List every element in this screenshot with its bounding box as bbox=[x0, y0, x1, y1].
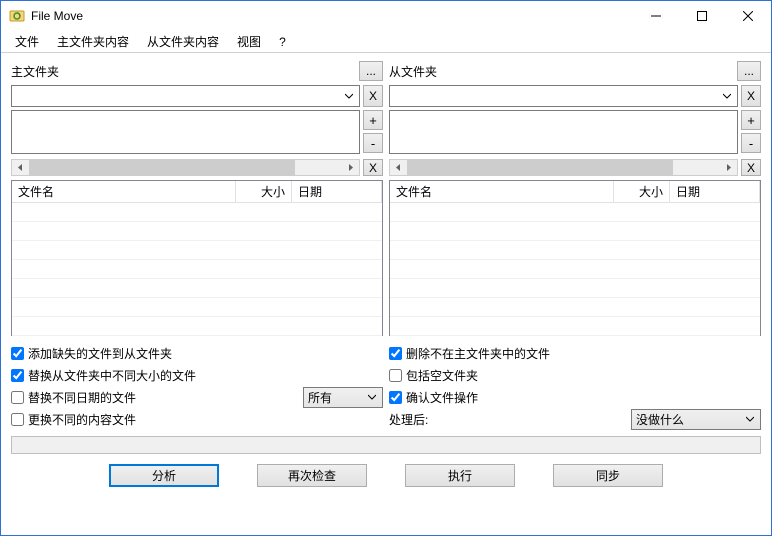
main-folder-combo[interactable] bbox=[11, 85, 360, 107]
scroll-thumb[interactable] bbox=[29, 160, 295, 175]
table-row bbox=[12, 317, 382, 336]
replace-content-checkbox[interactable] bbox=[11, 413, 24, 426]
replace-date-checkbox[interactable] bbox=[11, 391, 24, 404]
col-filename[interactable]: 文件名 bbox=[12, 181, 236, 202]
table-row bbox=[12, 222, 382, 241]
sub-add-button[interactable]: + bbox=[741, 110, 761, 130]
add-missing-checkbox[interactable] bbox=[11, 347, 24, 360]
menu-bar: 文件 主文件夹内容 从文件夹内容 视图 ? bbox=[1, 31, 771, 53]
main-list-scrollbar[interactable] bbox=[11, 159, 360, 176]
window-title: File Move bbox=[31, 9, 633, 23]
after-process-label: 处理后: bbox=[389, 411, 428, 428]
recheck-button[interactable]: 再次检查 bbox=[257, 464, 367, 487]
sub-folder-list[interactable] bbox=[389, 110, 738, 154]
table-row bbox=[390, 241, 760, 260]
sub-file-grid[interactable]: 文件名 大小 日期 bbox=[389, 180, 761, 336]
table-row bbox=[390, 298, 760, 317]
col-date[interactable]: 日期 bbox=[670, 181, 760, 202]
main-file-grid[interactable]: 文件名 大小 日期 bbox=[11, 180, 383, 336]
table-row bbox=[390, 203, 760, 222]
right-options: 删除不在主文件夹中的文件 包括空文件夹 确认文件操作 处理后: 没做什么 bbox=[389, 342, 761, 430]
table-row bbox=[12, 298, 382, 317]
table-row bbox=[12, 279, 382, 298]
delete-not-main-label: 删除不在主文件夹中的文件 bbox=[406, 345, 550, 362]
left-options: 添加缺失的文件到从文件夹 替换从文件夹中不同大小的文件 替换不同日期的文件 所有… bbox=[11, 342, 383, 430]
col-size[interactable]: 大小 bbox=[614, 181, 670, 202]
scroll-left-icon[interactable] bbox=[390, 160, 407, 175]
chevron-down-icon bbox=[341, 88, 357, 104]
col-date[interactable]: 日期 bbox=[292, 181, 382, 202]
delete-not-main-checkbox[interactable] bbox=[389, 347, 402, 360]
table-row bbox=[12, 260, 382, 279]
sub-browse-button[interactable]: ... bbox=[737, 61, 761, 81]
replace-size-label: 替换从文件夹中不同大小的文件 bbox=[28, 367, 196, 384]
close-button[interactable] bbox=[725, 1, 771, 31]
main-folder-panel: 主文件夹 ... X + - X bbox=[11, 61, 383, 336]
analyze-button[interactable]: 分析 bbox=[109, 464, 219, 487]
include-empty-label: 包括空文件夹 bbox=[406, 367, 478, 384]
table-row bbox=[390, 317, 760, 336]
confirm-ops-label: 确认文件操作 bbox=[406, 389, 478, 406]
replace-content-label: 更换不同的内容文件 bbox=[28, 411, 136, 428]
add-missing-label: 添加缺失的文件到从文件夹 bbox=[28, 345, 172, 362]
menu-file[interactable]: 文件 bbox=[7, 31, 47, 52]
footer-buttons: 分析 再次检查 执行 同步 bbox=[1, 454, 771, 499]
table-row bbox=[12, 203, 382, 222]
sub-minus-button[interactable]: - bbox=[741, 133, 761, 153]
chevron-down-icon bbox=[366, 393, 378, 401]
sub-folder-combo[interactable] bbox=[389, 85, 738, 107]
col-size[interactable]: 大小 bbox=[236, 181, 292, 202]
main-remove-button[interactable]: X bbox=[363, 85, 383, 107]
sub-remove-button[interactable]: X bbox=[741, 85, 761, 107]
after-process-value: 没做什么 bbox=[636, 411, 744, 428]
status-bar bbox=[11, 436, 761, 454]
menu-view[interactable]: 视图 bbox=[229, 31, 269, 52]
menu-main-content[interactable]: 主文件夹内容 bbox=[49, 31, 137, 52]
maximize-button[interactable] bbox=[679, 1, 725, 31]
replace-date-label: 替换不同日期的文件 bbox=[28, 389, 136, 406]
minimize-button[interactable] bbox=[633, 1, 679, 31]
menu-sub-content[interactable]: 从文件夹内容 bbox=[139, 31, 227, 52]
table-row bbox=[12, 241, 382, 260]
main-minus-button[interactable]: - bbox=[363, 133, 383, 153]
window-controls bbox=[633, 1, 771, 31]
chevron-down-icon bbox=[744, 415, 756, 423]
table-row bbox=[390, 260, 760, 279]
scroll-right-icon[interactable] bbox=[342, 160, 359, 175]
sub-folder-panel: 从文件夹 ... X + - X bbox=[389, 61, 761, 336]
main-folder-list[interactable] bbox=[11, 110, 360, 154]
after-process-dropdown[interactable]: 没做什么 bbox=[631, 409, 761, 430]
main-clear-button[interactable]: X bbox=[363, 159, 383, 176]
date-filter-dropdown[interactable]: 所有 bbox=[303, 387, 383, 408]
scroll-thumb[interactable] bbox=[407, 160, 673, 175]
include-empty-checkbox[interactable] bbox=[389, 369, 402, 382]
col-filename[interactable]: 文件名 bbox=[390, 181, 614, 202]
main-browse-button[interactable]: ... bbox=[359, 61, 383, 81]
sync-button[interactable]: 同步 bbox=[553, 464, 663, 487]
table-row bbox=[390, 279, 760, 298]
execute-button[interactable]: 执行 bbox=[405, 464, 515, 487]
table-row bbox=[390, 222, 760, 241]
sub-folder-label: 从文件夹 bbox=[389, 63, 735, 80]
chevron-down-icon bbox=[719, 88, 735, 104]
confirm-ops-checkbox[interactable] bbox=[389, 391, 402, 404]
main-folder-label: 主文件夹 bbox=[11, 63, 357, 80]
main-add-button[interactable]: + bbox=[363, 110, 383, 130]
sub-clear-button[interactable]: X bbox=[741, 159, 761, 176]
scroll-left-icon[interactable] bbox=[12, 160, 29, 175]
scroll-right-icon[interactable] bbox=[720, 160, 737, 175]
title-bar: File Move bbox=[1, 1, 771, 31]
date-filter-value: 所有 bbox=[308, 389, 366, 406]
replace-size-checkbox[interactable] bbox=[11, 369, 24, 382]
menu-help[interactable]: ? bbox=[271, 33, 294, 51]
sub-list-scrollbar[interactable] bbox=[389, 159, 738, 176]
app-icon bbox=[9, 8, 25, 24]
